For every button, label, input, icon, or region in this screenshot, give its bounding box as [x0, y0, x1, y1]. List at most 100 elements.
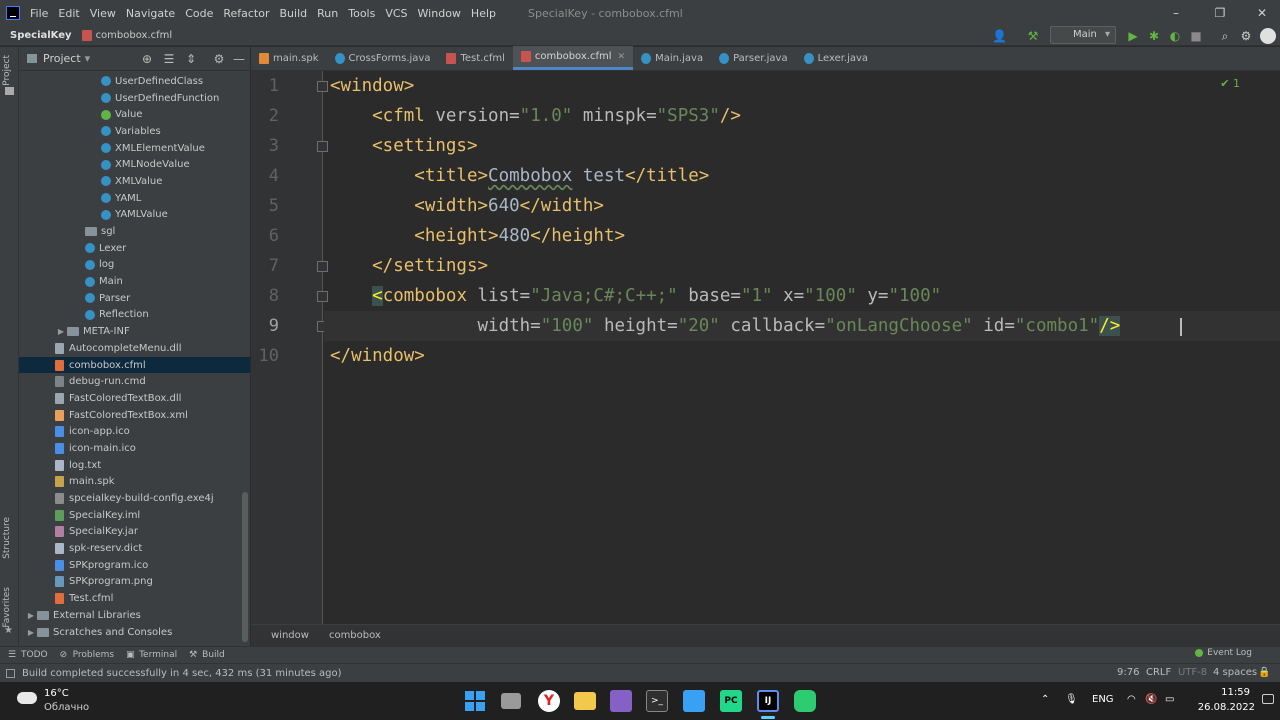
tree-item[interactable]: spk-reserv.dict: [19, 540, 250, 557]
notification-icon[interactable]: [1262, 694, 1274, 704]
menu-help[interactable]: Help: [471, 7, 496, 20]
tab-combobox-cfml[interactable]: combobox.cfml ✕: [512, 46, 634, 70]
tree-item[interactable]: XMLValue: [19, 173, 250, 190]
chevron-down-icon[interactable]: ▾: [85, 52, 91, 65]
line-number[interactable]: 4: [251, 166, 279, 186]
tool-windows-toggle-icon[interactable]: [6, 669, 15, 678]
menu-code[interactable]: Code: [185, 7, 213, 20]
expand-arrow-icon[interactable]: ▶: [55, 327, 67, 336]
visual-studio-icon[interactable]: [610, 690, 632, 712]
tree-item[interactable]: AutocompleteMenu.dll: [19, 340, 250, 357]
code-line[interactable]: <settings>: [330, 131, 477, 161]
expand-arrow-icon[interactable]: ▶: [25, 611, 37, 620]
maximize-icon[interactable]: ❐: [1212, 5, 1228, 21]
tree-item[interactable]: UserDefinedClass: [19, 73, 250, 90]
code-line[interactable]: </window>: [330, 341, 425, 371]
terminal-icon[interactable]: >_: [646, 690, 668, 712]
user-icon[interactable]: 👤: [992, 29, 1007, 43]
menu-view[interactable]: View: [90, 7, 116, 20]
tab-lexer-java[interactable]: Lexer.java: [796, 46, 876, 70]
file-explorer-icon[interactable]: [574, 692, 596, 710]
line-number[interactable]: 5: [251, 196, 279, 216]
project-scrollbar[interactable]: [242, 492, 248, 642]
line-number[interactable]: 2: [251, 106, 279, 126]
menu-tools[interactable]: Tools: [348, 7, 375, 20]
cloud-weather-icon[interactable]: [17, 692, 37, 704]
line-number[interactable]: 3: [251, 136, 279, 156]
tab-main-spk[interactable]: main.spk: [251, 46, 327, 70]
tree-item[interactable]: icon-app.ico: [19, 423, 250, 440]
event-log-button[interactable]: Event Log: [1195, 648, 1252, 658]
settings-gear-icon[interactable]: ⚙: [1239, 29, 1253, 43]
tool-tab-build[interactable]: Build: [202, 650, 225, 660]
tree-item[interactable]: ▶ META-INF: [19, 323, 250, 340]
project-view-select[interactable]: Project: [43, 52, 81, 65]
tree-item[interactable]: sgl: [19, 223, 250, 240]
tree-item[interactable]: SPKprogram.png: [19, 574, 250, 591]
coverage-icon[interactable]: ◐: [1168, 29, 1182, 43]
minimize-icon[interactable]: –: [1168, 5, 1184, 21]
file-encoding[interactable]: UTF-8: [1178, 667, 1207, 678]
run-config-select[interactable]: Main: [1050, 26, 1116, 44]
tree-item[interactable]: XMLElementValue: [19, 140, 250, 157]
clock-date[interactable]: 26.08.2022: [1198, 702, 1255, 713]
menu-refactor[interactable]: Refactor: [223, 7, 269, 20]
inspection-widget[interactable]: ✔ 1: [1220, 77, 1240, 90]
line-number[interactable]: 10: [251, 346, 279, 366]
select-opened-file-icon[interactable]: ⊕: [140, 52, 154, 66]
close-icon[interactable]: ✕: [1254, 5, 1270, 21]
collapse-all-icon[interactable]: ⇕: [184, 52, 198, 66]
fold-marker-icon[interactable]: [317, 291, 328, 302]
panel-settings-gear-icon[interactable]: ⚙: [212, 52, 226, 66]
menu-run[interactable]: Run: [317, 7, 338, 20]
code-line[interactable]: <cfml version="1.0" minspk="SPS3"/>: [330, 101, 741, 131]
menu-file[interactable]: File: [30, 7, 48, 20]
caret-position[interactable]: 9:76: [1117, 667, 1139, 678]
tree-item[interactable]: log: [19, 257, 250, 274]
tree-item[interactable]: XMLNodeValue: [19, 156, 250, 173]
code-line[interactable]: <title>Combobox test</title>: [330, 161, 709, 191]
tree-item[interactable]: Reflection: [19, 307, 250, 324]
memory-lock-icon[interactable]: 🔒: [1258, 667, 1270, 678]
expand-arrow-icon[interactable]: ▶: [25, 628, 37, 637]
tab-test-cfml[interactable]: Test.cfml: [438, 46, 512, 70]
code-line[interactable]: <window>: [330, 71, 414, 101]
tree-item[interactable]: spceialkey-build-config.exe4j: [19, 490, 250, 507]
tree-item[interactable]: debug-run.cmd: [19, 373, 250, 390]
tab-parser-java[interactable]: Parser.java: [711, 46, 796, 70]
tree-item[interactable]: combobox.cfml: [19, 356, 250, 374]
tree-item[interactable]: Test.cfml: [19, 590, 250, 607]
windows-start-button[interactable]: [464, 690, 486, 712]
tree-item[interactable]: FastColoredTextBox.xml: [19, 407, 250, 424]
tree-item[interactable]: Parser: [19, 290, 250, 307]
tree-item[interactable]: Variables: [19, 123, 250, 140]
code-line[interactable]: <combobox list="Java;C#;C++;" base="1" x…: [330, 281, 941, 311]
tree-item[interactable]: Lexer: [19, 240, 250, 257]
build-hammer-icon[interactable]: ⚒: [1026, 29, 1040, 43]
clock-time[interactable]: 11:59: [1221, 687, 1250, 698]
line-number[interactable]: 9: [251, 316, 279, 336]
editor-crumb-combobox[interactable]: combobox: [329, 630, 381, 641]
project-tool-label[interactable]: Project: [2, 55, 12, 86]
code-line[interactable]: </settings>: [330, 251, 488, 281]
yandex-browser-icon[interactable]: Y: [538, 690, 560, 712]
tab-close-icon[interactable]: ✕: [618, 52, 626, 62]
line-number[interactable]: 1: [251, 76, 279, 96]
structure-tool-label[interactable]: Structure: [2, 517, 12, 559]
line-number[interactable]: 6: [251, 226, 279, 246]
menu-edit[interactable]: Edit: [58, 7, 79, 20]
line-number[interactable]: 8: [251, 286, 279, 306]
tree-item[interactable]: SPKprogram.ico: [19, 557, 250, 574]
line-separator[interactable]: CRLF: [1146, 667, 1171, 678]
weather-description[interactable]: Облачно: [44, 702, 89, 713]
battery-icon[interactable]: ▭: [1165, 694, 1174, 705]
jetbrains-account-icon[interactable]: [1260, 28, 1276, 44]
fold-marker-icon[interactable]: [317, 81, 328, 92]
code-line[interactable]: <height>480</height>: [330, 221, 625, 251]
tree-item[interactable]: YAML: [19, 190, 250, 207]
menu-vcs[interactable]: VCS: [385, 7, 407, 20]
tree-item[interactable]: ▶ Scratches and Consoles: [19, 624, 250, 641]
hide-panel-icon[interactable]: —: [232, 52, 246, 66]
debug-icon[interactable]: ✱: [1147, 29, 1161, 43]
fold-marker-icon[interactable]: [317, 141, 328, 152]
